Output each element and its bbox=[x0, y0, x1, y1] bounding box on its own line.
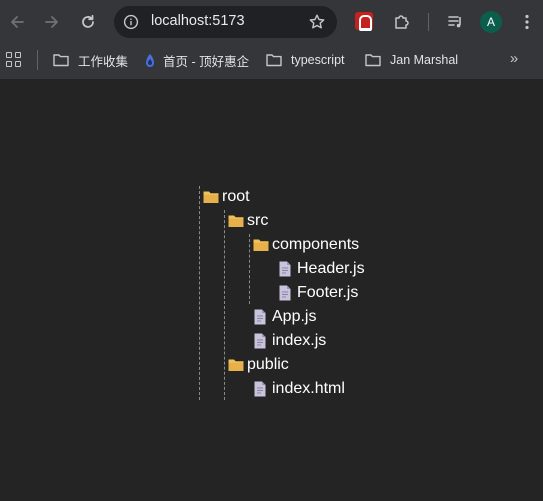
folder-icon bbox=[53, 53, 69, 67]
tree-node-app-js[interactable]: App.js bbox=[253, 306, 316, 328]
tree-node-label: index.js bbox=[272, 332, 327, 349]
tree-node-public[interactable]: public bbox=[228, 354, 289, 376]
media-controls-button[interactable] bbox=[444, 10, 468, 34]
folder-icon bbox=[253, 237, 269, 253]
file-icon bbox=[278, 261, 294, 277]
tree-guide-components bbox=[249, 234, 250, 304]
page-content: root src components Header.js Footer.js … bbox=[0, 79, 543, 501]
tree-node-label: Footer.js bbox=[297, 284, 359, 301]
tree-node-root[interactable]: root bbox=[203, 186, 250, 208]
browser-menu-button[interactable] bbox=[515, 10, 539, 34]
extensions-puzzle-button[interactable] bbox=[390, 10, 414, 34]
folder-icon bbox=[266, 53, 282, 67]
site-info-icon[interactable] bbox=[121, 12, 141, 32]
site-favicon-icon bbox=[143, 53, 157, 67]
tree-node-label: components bbox=[272, 236, 360, 253]
bookmark-folder-work[interactable]: 工作收集 bbox=[53, 51, 128, 69]
bookmarks-bar: 工作收集 首页 - 顶好惠企 typescript Jan Marshal » bbox=[0, 44, 543, 76]
tree-node-label: public bbox=[247, 356, 289, 373]
toolbar-divider bbox=[428, 13, 429, 31]
puzzle-icon bbox=[395, 15, 409, 29]
bookmark-site-home[interactable]: 首页 - 顶好惠企 bbox=[143, 51, 249, 69]
reload-icon bbox=[82, 14, 94, 28]
tree-node-src[interactable]: src bbox=[228, 210, 268, 232]
back-arrow-icon bbox=[11, 16, 24, 28]
bookmarks-divider bbox=[37, 50, 38, 70]
folder-icon bbox=[228, 357, 244, 373]
tree-node-components[interactable]: components bbox=[253, 234, 359, 256]
tree-node-label: src bbox=[247, 212, 269, 229]
bookmark-folder-jan-marshal[interactable]: Jan Marshal bbox=[365, 51, 458, 69]
bookmark-label: typescript bbox=[291, 53, 345, 67]
file-icon bbox=[253, 333, 269, 349]
back-button[interactable] bbox=[5, 10, 29, 34]
tree-guide-src bbox=[224, 210, 225, 400]
tree-node-label: App.js bbox=[272, 308, 317, 325]
file-icon bbox=[278, 285, 294, 301]
bookmark-label: Jan Marshal bbox=[390, 53, 459, 67]
apps-grid-icon[interactable] bbox=[6, 52, 22, 68]
address-bar[interactable]: localhost:5173 bbox=[114, 6, 337, 38]
profile-avatar[interactable]: A bbox=[480, 11, 502, 33]
forward-arrow-icon bbox=[45, 16, 58, 28]
bookmark-star-icon[interactable] bbox=[307, 12, 327, 32]
bookmark-folder-typescript[interactable]: typescript bbox=[266, 51, 345, 69]
bookmark-label: 工作收集 bbox=[78, 54, 129, 69]
folder-icon bbox=[203, 189, 219, 205]
forward-button[interactable] bbox=[40, 10, 64, 34]
tree-node-header-js[interactable]: Header.js bbox=[278, 258, 365, 280]
browser-toolbar: localhost:5173 A bbox=[0, 0, 543, 44]
folder-icon bbox=[365, 53, 381, 67]
tree-node-index-js[interactable]: index.js bbox=[253, 330, 326, 352]
extension-icon[interactable] bbox=[355, 12, 373, 31]
tree-node-label: index.html bbox=[272, 380, 345, 397]
tree-node-label: root bbox=[222, 188, 250, 205]
bookmarks-overflow-icon[interactable]: » bbox=[505, 50, 523, 68]
tree-guide-root bbox=[199, 186, 200, 400]
bookmark-label: 首页 - 顶好惠企 bbox=[163, 54, 250, 69]
file-icon bbox=[253, 381, 269, 397]
tree-node-label: Header.js bbox=[297, 260, 365, 277]
tree-node-footer-js[interactable]: Footer.js bbox=[278, 282, 358, 304]
address-url[interactable]: localhost:5173 bbox=[151, 13, 245, 29]
file-icon bbox=[253, 309, 269, 325]
file-tree: root src components Header.js Footer.js … bbox=[0, 79, 543, 501]
more-vertical-icon bbox=[525, 14, 529, 30]
playlist-icon bbox=[448, 16, 461, 28]
browser-chrome: localhost:5173 A 工作收集 首页 - 顶好惠企 typescri… bbox=[0, 0, 543, 79]
folder-icon bbox=[228, 213, 244, 229]
reload-button[interactable] bbox=[76, 10, 100, 34]
tree-node-index-html[interactable]: index.html bbox=[253, 378, 345, 400]
